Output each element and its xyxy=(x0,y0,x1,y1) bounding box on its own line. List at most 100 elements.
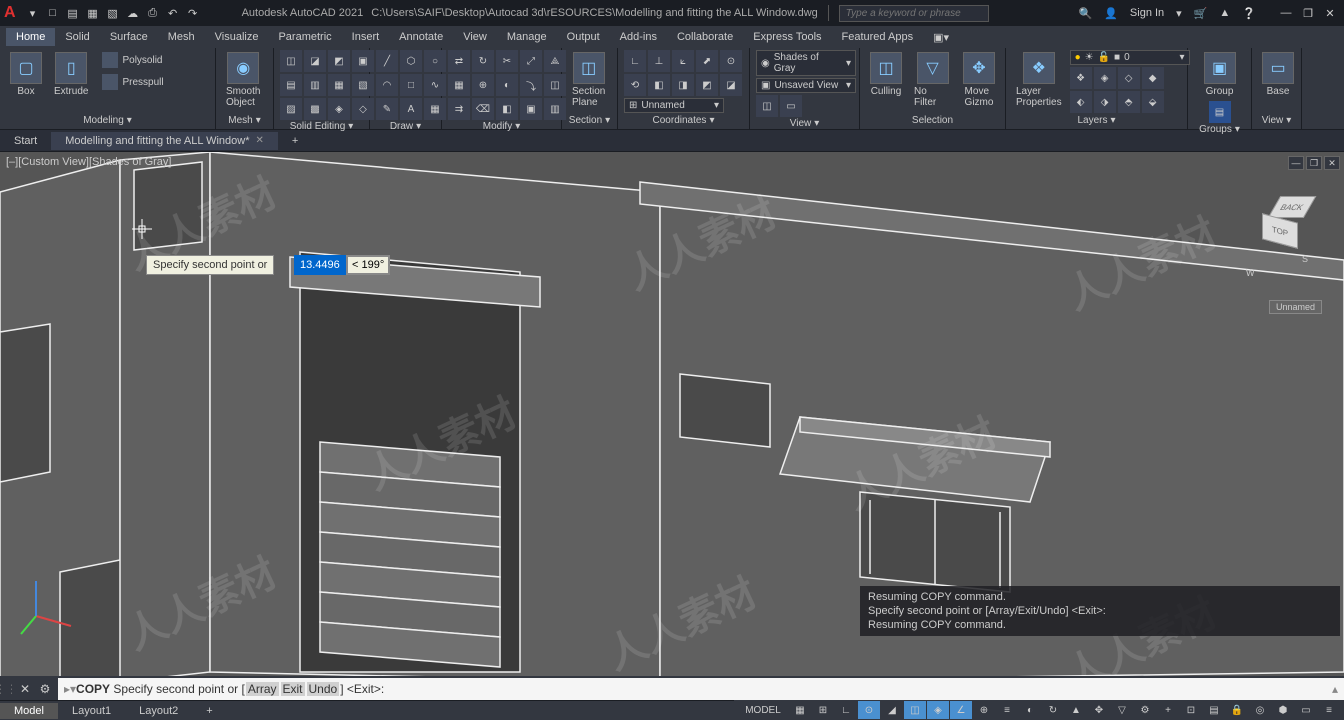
ucs-btn[interactable]: ◪ xyxy=(720,74,742,96)
mod-btn[interactable]: ↻ xyxy=(472,50,494,72)
se-btn[interactable]: ▨ xyxy=(280,98,302,120)
panel-coords-title[interactable]: Coordinates ▾ xyxy=(624,114,743,127)
mod-btn[interactable]: ▦ xyxy=(448,74,470,96)
tab-collaborate[interactable]: Collaborate xyxy=(667,28,743,46)
start-tab[interactable]: Start xyxy=(0,132,51,150)
vc-top[interactable]: TOP xyxy=(1262,213,1298,249)
search-go-icon[interactable]: 🔍 xyxy=(1079,7,1093,20)
view-dropdown[interactable]: ▣Unsaved View▾ xyxy=(756,78,856,93)
mod-btn[interactable]: ⇄ xyxy=(448,50,470,72)
draw-btn[interactable]: ⬡ xyxy=(400,50,422,72)
dyninput-toggle[interactable]: ⊕ xyxy=(973,701,995,719)
tab-insert[interactable]: Insert xyxy=(342,28,390,46)
ucs-btn[interactable]: ∟ xyxy=(624,50,646,72)
ucs-btn[interactable]: ⊥ xyxy=(648,50,670,72)
modelspace-toggle[interactable]: MODEL xyxy=(738,701,788,719)
tab-home[interactable]: Home xyxy=(6,28,55,46)
tab-view[interactable]: View xyxy=(453,28,497,46)
viewport-label[interactable]: [–][Custom View][Shades of Gray] xyxy=(6,156,171,168)
mod-btn[interactable]: ⇉ xyxy=(448,98,470,120)
tab-featured[interactable]: Featured Apps xyxy=(832,28,924,46)
save-icon[interactable]: ▦ xyxy=(84,4,102,22)
section-plane-button[interactable]: ◫Section Plane xyxy=(568,50,609,110)
restore-button[interactable]: ❐ xyxy=(1298,4,1318,22)
ucs-icon[interactable] xyxy=(16,576,76,636)
cmd-grip-icon[interactable]: ⋮⋮ xyxy=(0,678,12,700)
saveas-icon[interactable]: ▧ xyxy=(104,4,122,22)
group-button[interactable]: ▣Group xyxy=(1200,50,1240,99)
se-btn[interactable]: ▦ xyxy=(328,74,350,96)
panel-view2-title[interactable]: View ▾ xyxy=(1258,114,1295,127)
redo-icon[interactable]: ↷ xyxy=(184,4,202,22)
tab-express[interactable]: Express Tools xyxy=(743,28,831,46)
panel-view-title[interactable]: View ▾ xyxy=(756,117,853,130)
3dosnap-toggle[interactable]: ◈ xyxy=(927,701,949,719)
vp-restore[interactable]: ❐ xyxy=(1306,156,1322,170)
lay-btn[interactable]: ◇ xyxy=(1118,67,1140,89)
draw-btn[interactable]: ◠ xyxy=(376,74,398,96)
mod-btn[interactable]: ✂ xyxy=(496,50,518,72)
lay-btn[interactable]: ❖ xyxy=(1070,67,1092,89)
mod-btn[interactable]: ⤢ xyxy=(520,50,542,72)
lay-btn[interactable]: ⬗ xyxy=(1094,91,1116,113)
ucs-dropdown[interactable]: ⊞Unnamed▾ xyxy=(624,98,724,113)
cmd-close-icon[interactable]: ✕ xyxy=(16,682,34,696)
lay-btn[interactable]: ⬖ xyxy=(1070,91,1092,113)
new-icon[interactable]: □ xyxy=(44,4,62,22)
vp-minimize[interactable]: — xyxy=(1288,156,1304,170)
layout2-tab[interactable]: Layout2 xyxy=(125,703,192,719)
lay-btn[interactable]: ⬙ xyxy=(1142,91,1164,113)
draw-btn[interactable]: A xyxy=(400,98,422,120)
se-btn[interactable]: ▥ xyxy=(304,74,326,96)
cmd-opt-undo[interactable]: Undo xyxy=(307,682,340,696)
units-icon[interactable]: ⊡ xyxy=(1180,701,1202,719)
document-tab[interactable]: Modelling and fitting the ALL Window*✕ xyxy=(51,132,278,150)
mod-btn[interactable]: ⤵ xyxy=(520,74,542,96)
se-btn[interactable]: ◈ xyxy=(328,98,350,120)
view-btn[interactable]: ◫ xyxy=(756,95,778,117)
nofilter-button[interactable]: ▽No Filter xyxy=(910,50,955,110)
ucs-btn[interactable]: ◨ xyxy=(672,74,694,96)
mod-btn[interactable]: ◐ xyxy=(496,74,518,96)
grid-toggle[interactable]: ▦ xyxy=(789,701,811,719)
tab-visualize[interactable]: Visualize xyxy=(205,28,269,46)
draw-btn[interactable]: ╱ xyxy=(376,50,398,72)
mod-btn[interactable]: ⌫ xyxy=(472,98,494,120)
tab-manage[interactable]: Manage xyxy=(497,28,557,46)
open-icon[interactable]: ▤ xyxy=(64,4,82,22)
search-input[interactable] xyxy=(839,5,989,22)
a-icon[interactable]: ▲ xyxy=(1219,7,1230,19)
ucs-btn[interactable]: ◧ xyxy=(648,74,670,96)
ucs-btn[interactable]: ⟀ xyxy=(672,50,694,72)
extrude-button[interactable]: ▯Extrude xyxy=(50,50,92,99)
cycling-toggle[interactable]: ↻ xyxy=(1042,701,1064,719)
tab-extra-icon[interactable]: ▣▾ xyxy=(923,28,959,47)
tab-solid[interactable]: Solid xyxy=(55,28,99,46)
quickprops-icon[interactable]: ▤ xyxy=(1203,701,1225,719)
isolate-icon[interactable]: ◎ xyxy=(1249,701,1271,719)
se-btn[interactable]: ▤ xyxy=(280,74,302,96)
draw-btn[interactable]: □ xyxy=(400,74,422,96)
annomonitor-icon[interactable]: + xyxy=(1157,701,1179,719)
lineweight-toggle[interactable]: ≡ xyxy=(996,701,1018,719)
ucs-btn[interactable]: ⟲ xyxy=(624,74,646,96)
panel-draw-title[interactable]: Draw ▾ xyxy=(376,120,435,133)
se-btn[interactable]: ◫ xyxy=(280,50,302,72)
tab-mesh[interactable]: Mesh xyxy=(158,28,205,46)
signin-icon[interactable]: 👤 xyxy=(1104,7,1118,20)
group-edit-btn[interactable]: ▤ xyxy=(1209,101,1231,123)
exchange-icon[interactable]: ▾ xyxy=(1176,7,1182,20)
add-layout-button[interactable]: + xyxy=(192,703,226,719)
gizmo-button[interactable]: ✥Move Gizmo xyxy=(959,50,999,110)
transparency-toggle[interactable]: ◐ xyxy=(1019,701,1041,719)
qat-menu-icon[interactable]: ▾ xyxy=(24,4,42,22)
se-btn[interactable]: ▩ xyxy=(304,98,326,120)
minimize-button[interactable]: — xyxy=(1276,4,1296,22)
osnap-toggle[interactable]: ◫ xyxy=(904,701,926,719)
lay-btn[interactable]: ⬘ xyxy=(1118,91,1140,113)
command-line[interactable]: ⋮⋮ ✕ ⚙ ▸▾ COPY Specify second point or [… xyxy=(0,676,1344,700)
angle-input[interactable]: < 199° xyxy=(346,255,390,275)
panel-section-title[interactable]: Section ▾ xyxy=(568,114,611,127)
iso-toggle[interactable]: ◢ xyxy=(881,701,903,719)
signin-label[interactable]: Sign In xyxy=(1130,7,1164,19)
